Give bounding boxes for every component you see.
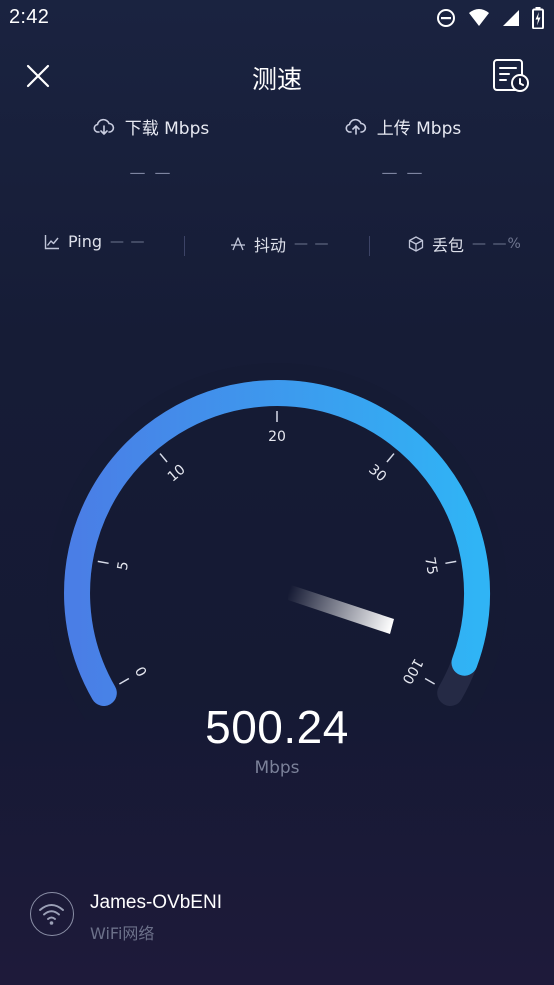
upload-header: 上传 Mbps [303,114,503,139]
wifi-badge [30,892,74,936]
upload-label: 上传 Mbps [376,119,462,139]
gauge-tick-label: 75 [421,556,440,576]
ping-value: — — [110,233,146,250]
network-name: James-OVbENI [90,892,222,913]
download-label: 下载 Mbps [124,119,210,139]
line-chart-icon [44,234,59,249]
download-rate: 下载 Mbps — — [51,114,251,182]
page-title: 测速 [251,65,302,94]
top-bar: 测速 [0,50,554,102]
packet-loss-metric: 丢包 — —% [408,232,522,256]
network-info: James-OVbENI WiFi网络 [30,890,430,946]
jitter-label: 抖动 [254,236,287,255]
packet-loss-label: 丢包 [432,236,465,255]
ping-metric: Ping — — [44,232,146,251]
cloud-download-icon [93,118,114,135]
packet-loss-value: — —% [472,236,522,252]
gauge-tick-label: 20 [268,429,286,445]
speed-gauge: 0510203075100 [47,363,507,720]
network-type: WiFi网络 [90,924,155,943]
jitter-icon [231,237,245,251]
upload-rate: 上传 Mbps — — [303,114,503,182]
ping-label: Ping [68,232,103,251]
metrics-divider [369,236,370,256]
history-icon [493,59,529,92]
metrics-row: Ping — — 抖动 — — 丢包 — —% [0,232,554,262]
battery-icon [532,7,544,29]
status-time: 2:42 [9,6,50,28]
speed-unit: Mbps [254,758,300,778]
download-header: 下载 Mbps [51,114,251,139]
package-icon [408,236,424,252]
speed-value: 500.24 [205,701,349,753]
status-icons [436,7,544,29]
wifi-signal-icon [469,9,489,26]
jitter-metric: 抖动 — — [230,232,329,256]
status-bar: 2:42 [0,0,554,38]
download-value: — — [129,163,173,182]
cell-signal-icon [503,10,519,26]
upload-value: — — [381,163,425,182]
jitter-value: — — [294,236,330,252]
wifi-icon [39,904,64,925]
do-not-disturb-icon [437,9,455,27]
metrics-divider [184,236,185,256]
cloud-upload-icon [345,118,366,135]
history-button[interactable] [492,56,532,96]
